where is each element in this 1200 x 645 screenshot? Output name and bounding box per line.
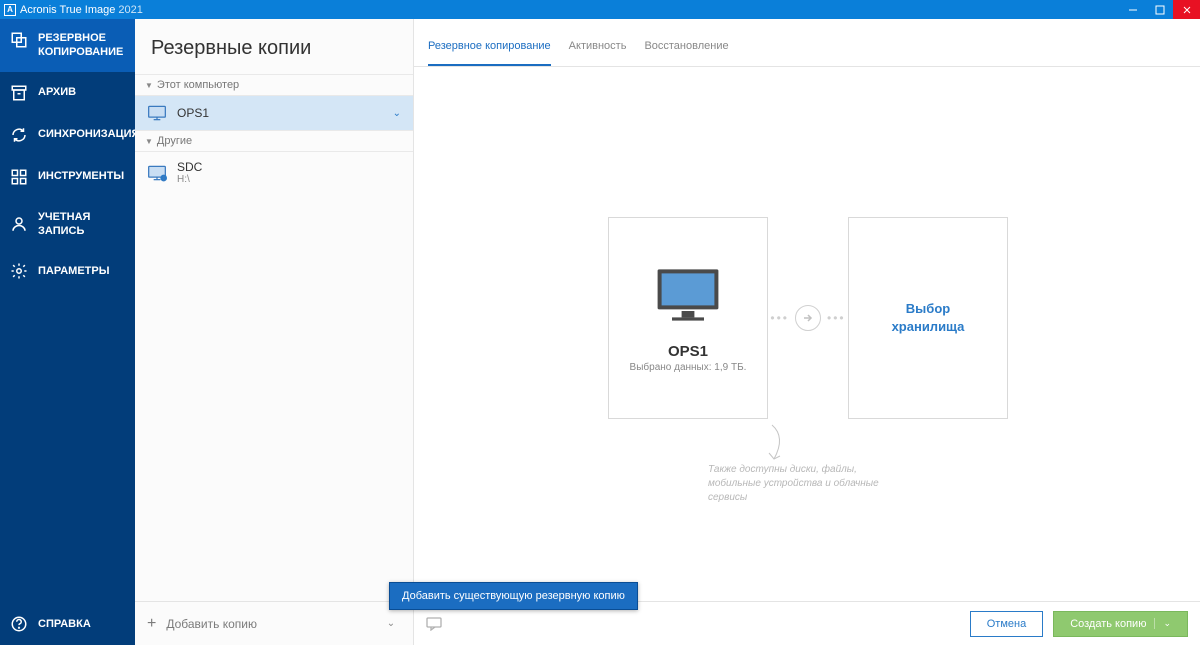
nav-help-label: СПРАВКА bbox=[38, 617, 91, 631]
destination-card[interactable]: Выбор хранилища bbox=[848, 217, 1008, 419]
nav-rail: РЕЗЕРВНОЕ КОПИРОВАНИЕ АРХИВ СИНХРОНИЗАЦИ… bbox=[0, 19, 135, 645]
tabs: Резервное копирование Активность Восстан… bbox=[414, 19, 1200, 67]
tab-activity[interactable]: Активность bbox=[569, 30, 627, 66]
source-subtitle: Выбрано данных: 1,9 ТБ. bbox=[630, 362, 747, 373]
list-header: Резервные копии bbox=[135, 19, 413, 74]
account-icon bbox=[10, 215, 28, 233]
create-backup-label: Создать копию bbox=[1070, 618, 1146, 630]
backup-list-panel: Резервные копии ▼ Этот компьютер OPS1 ⌄ … bbox=[135, 19, 414, 645]
svg-text:i: i bbox=[163, 176, 164, 182]
dropdown-icon[interactable]: ⌄ bbox=[1154, 618, 1171, 629]
arrow-circle-icon bbox=[795, 305, 821, 331]
list-item-label: OPS1 bbox=[177, 106, 209, 120]
settings-icon bbox=[10, 262, 28, 280]
transfer-indicator: ••• ••• bbox=[768, 305, 848, 331]
nav-account-label: УЧЕТНАЯ ЗАПИСЬ bbox=[38, 210, 125, 239]
nav-tools-label: ИНСТРУМЕНТЫ bbox=[38, 169, 124, 183]
group-this-label: Этот компьютер bbox=[157, 79, 239, 91]
archive-icon bbox=[10, 84, 28, 102]
source-title: OPS1 bbox=[668, 343, 708, 360]
hint-text: Также доступны диски, файлы, мобильные у… bbox=[708, 463, 888, 505]
computer-icon bbox=[147, 104, 167, 122]
footer-dropdown[interactable]: ⌄ bbox=[381, 618, 401, 629]
tab-backup[interactable]: Резервное копирование bbox=[428, 30, 551, 66]
app-title: Acronis True Image bbox=[20, 4, 115, 16]
nav-sync-label: СИНХРОНИЗАЦИЯ bbox=[38, 127, 139, 141]
minimize-button[interactable] bbox=[1119, 0, 1146, 19]
list-item-sublabel: H:\ bbox=[177, 174, 202, 185]
list-item-ops1[interactable]: OPS1 ⌄ bbox=[135, 96, 413, 130]
app-year: 2021 bbox=[118, 4, 142, 16]
group-other[interactable]: ▼ Другие bbox=[135, 130, 413, 152]
backup-icon bbox=[10, 31, 28, 49]
group-other-label: Другие bbox=[157, 135, 192, 147]
group-this-computer[interactable]: ▼ Этот компьютер bbox=[135, 74, 413, 96]
plus-icon: + bbox=[147, 615, 156, 633]
comment-icon[interactable] bbox=[426, 617, 442, 631]
titlebar: A Acronis True Image 2021 bbox=[0, 0, 1200, 19]
nav-help[interactable]: СПРАВКА bbox=[0, 603, 135, 645]
monitor-icon bbox=[648, 263, 728, 327]
maximize-button[interactable] bbox=[1146, 0, 1173, 19]
dots-left: ••• bbox=[770, 311, 789, 325]
nav-archive-label: АРХИВ bbox=[38, 85, 76, 99]
computer-icon: i bbox=[147, 164, 167, 182]
workarea: OPS1 Выбрано данных: 1,9 ТБ. ••• ••• Выб… bbox=[414, 67, 1200, 601]
content-area: Резервное копирование Активность Восстан… bbox=[414, 19, 1200, 645]
app-icon: A bbox=[4, 4, 16, 16]
nav-settings-label: ПАРАМЕТРЫ bbox=[38, 264, 110, 278]
dots-right: ••• bbox=[827, 311, 846, 325]
dest-line2: хранилища bbox=[892, 318, 965, 336]
nav-tools[interactable]: ИНСТРУМЕНТЫ bbox=[0, 156, 135, 198]
hint-arrow-icon bbox=[768, 423, 792, 468]
nav-backup[interactable]: РЕЗЕРВНОЕ КОПИРОВАНИЕ bbox=[0, 19, 135, 72]
list-footer: + Добавить копию ⌄ bbox=[135, 601, 413, 645]
nav-backup-label: РЕЗЕРВНОЕ КОПИРОВАНИЕ bbox=[38, 31, 125, 60]
add-backup-button[interactable]: Добавить копию bbox=[166, 617, 257, 631]
sync-icon bbox=[10, 126, 28, 144]
nav-sync[interactable]: СИНХРОНИЗАЦИЯ bbox=[0, 114, 135, 156]
nav-archive[interactable]: АРХИВ bbox=[0, 72, 135, 114]
nav-account[interactable]: УЧЕТНАЯ ЗАПИСЬ bbox=[0, 198, 135, 251]
help-icon bbox=[10, 615, 28, 633]
disclosure-icon: ▼ bbox=[145, 137, 153, 146]
source-card[interactable]: OPS1 Выбрано данных: 1,9 ТБ. bbox=[608, 217, 768, 419]
tab-recovery[interactable]: Восстановление bbox=[644, 30, 728, 66]
list-item-sdc[interactable]: i SDC H:\ bbox=[135, 152, 413, 193]
disclosure-icon: ▼ bbox=[145, 81, 153, 90]
create-backup-button[interactable]: Создать копию ⌄ bbox=[1053, 611, 1188, 637]
dest-line1: Выбор bbox=[906, 300, 950, 318]
chevron-down-icon[interactable]: ⌄ bbox=[393, 108, 401, 119]
tools-icon bbox=[10, 168, 28, 186]
close-button[interactable] bbox=[1173, 0, 1200, 19]
list-item-label: SDC bbox=[177, 160, 202, 174]
nav-settings[interactable]: ПАРАМЕТРЫ bbox=[0, 250, 135, 292]
cancel-button[interactable]: Отмена bbox=[970, 611, 1043, 637]
